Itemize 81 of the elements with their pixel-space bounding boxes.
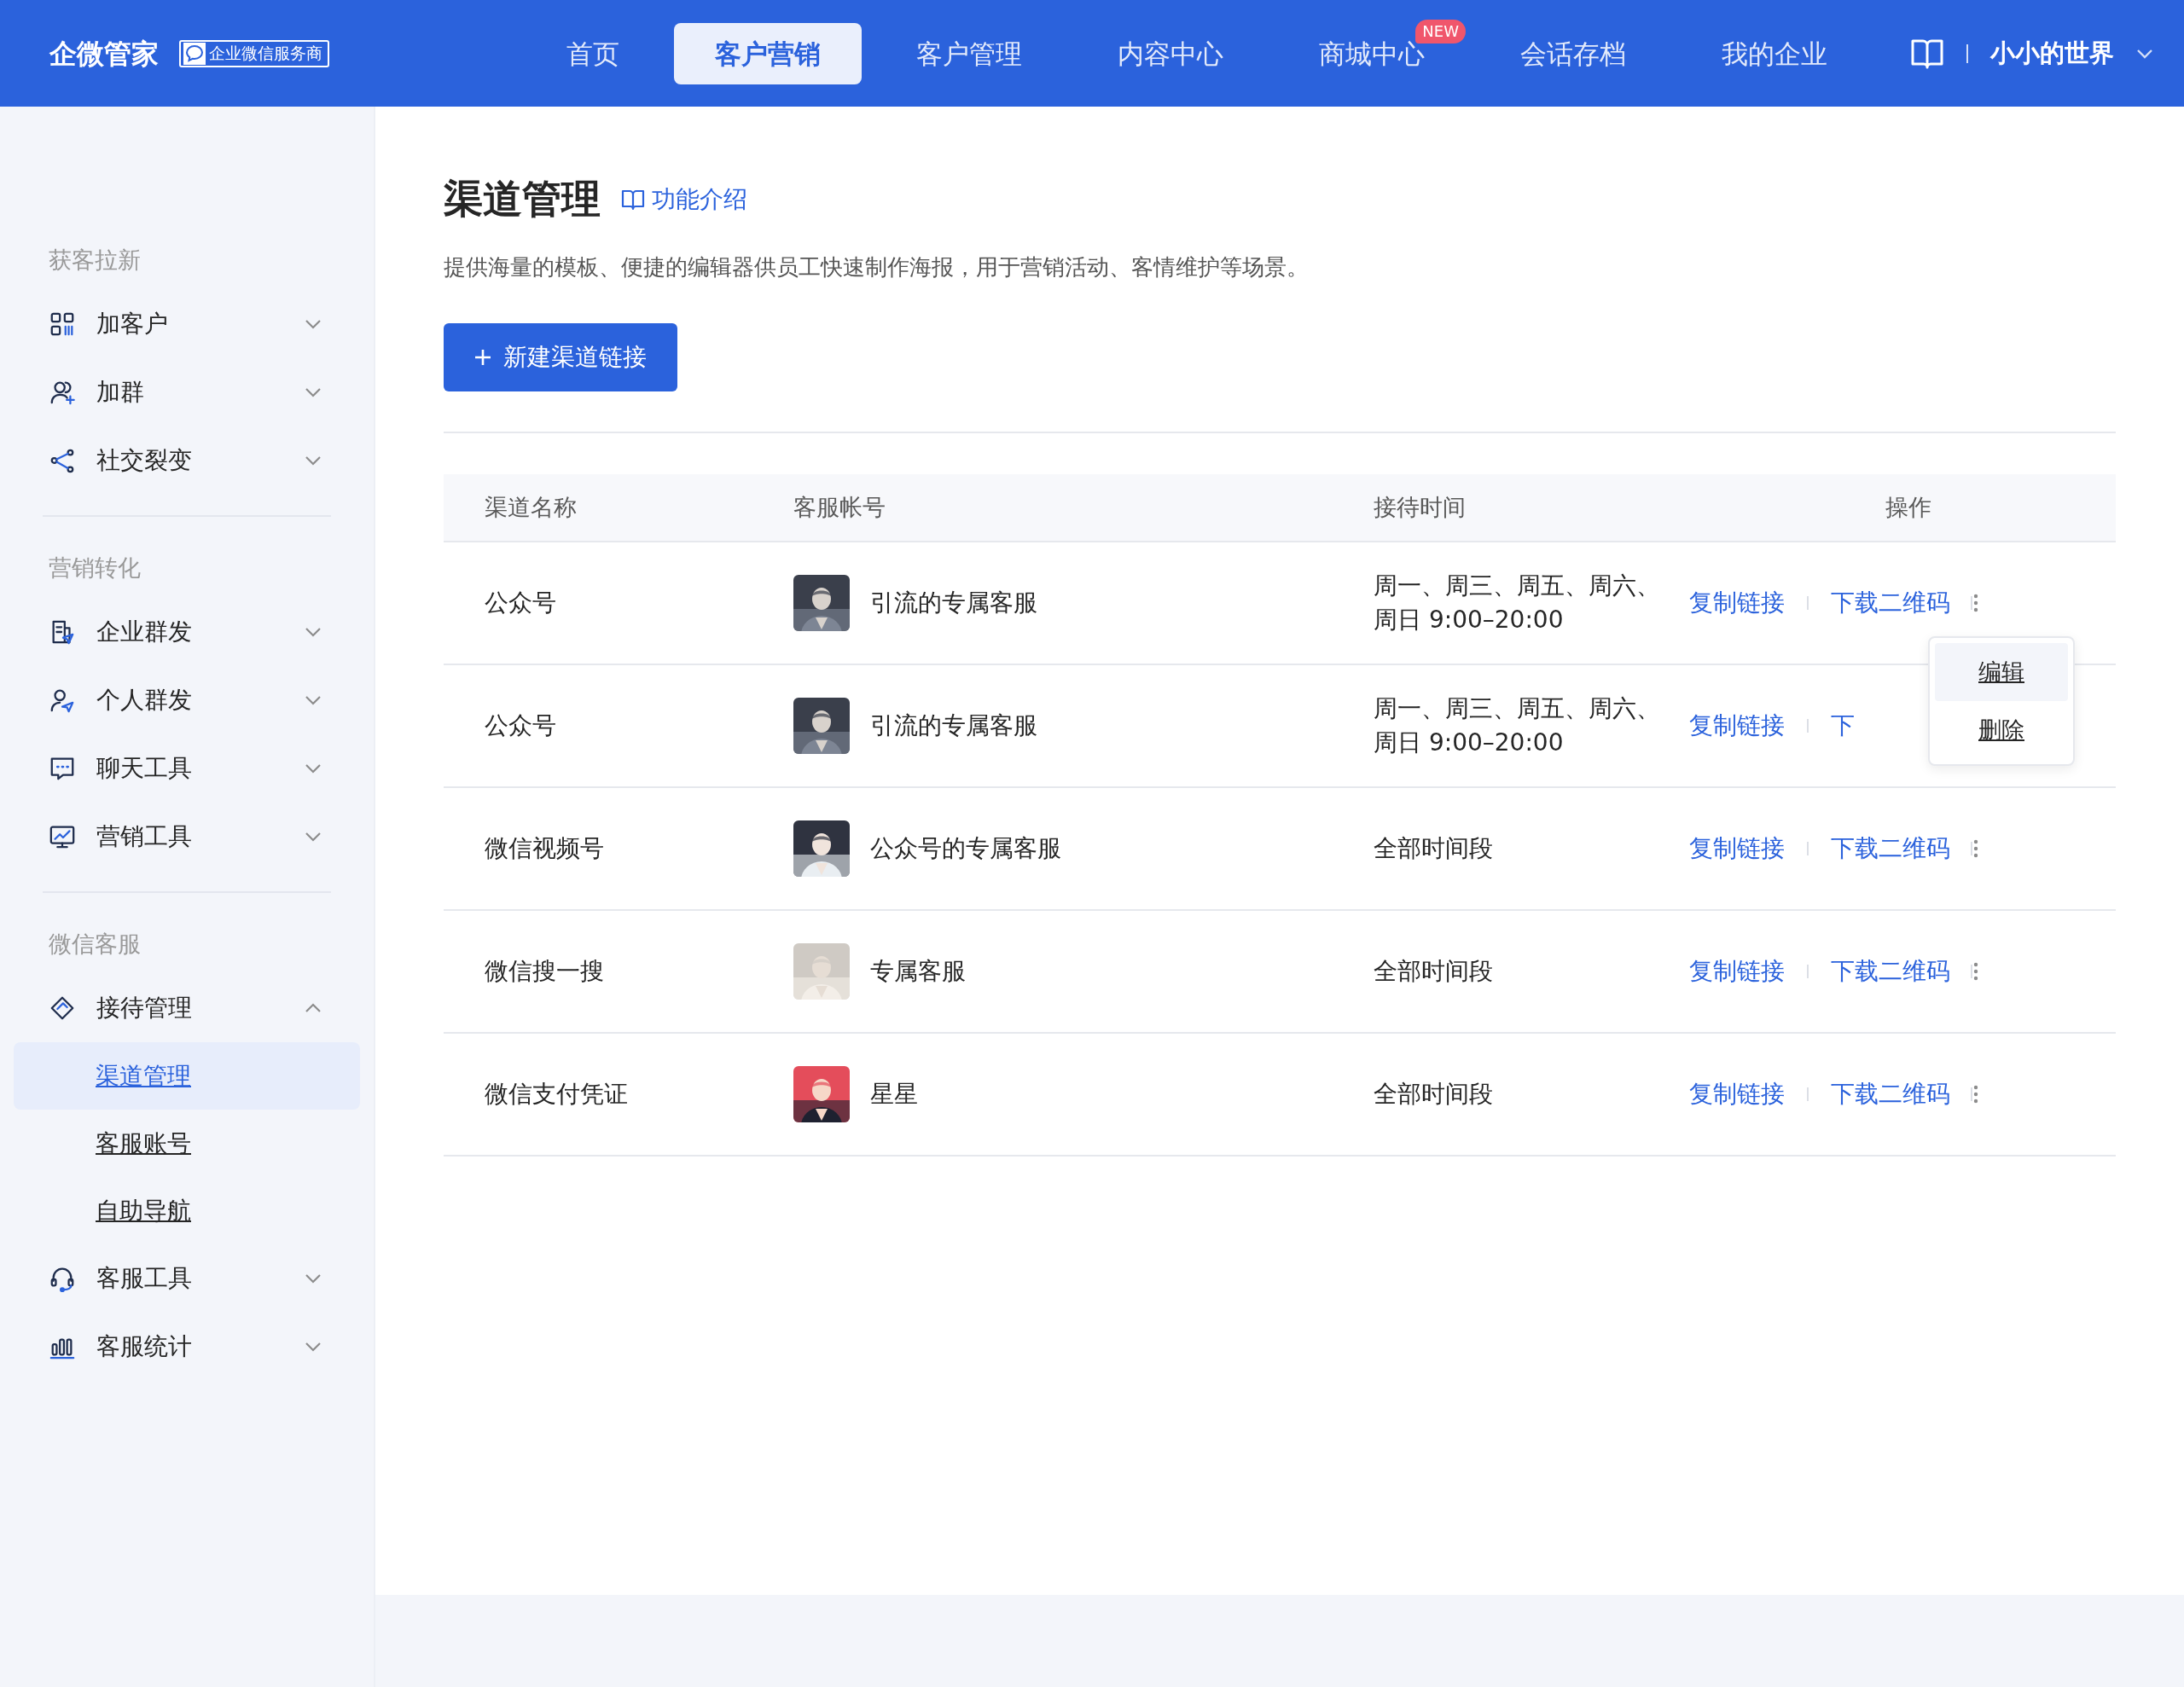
download-qr-link[interactable]: 下载二维码 (1831, 585, 1950, 621)
more-icon[interactable] (1972, 961, 1979, 982)
chevron-down-icon[interactable] (304, 318, 322, 330)
reception-hours: 周一、周三、周五、周六、周日 9:00–20:00 (1374, 571, 1661, 635)
sidebar-item-label: 个人群发 (96, 685, 193, 716)
sidebar-item-label: 企业群发 (96, 617, 193, 647)
account-name: 公众号的专属客服 (870, 833, 1061, 864)
chevron-down-icon[interactable] (304, 455, 322, 467)
reception-hours: 全部时间段 (1374, 956, 1494, 987)
more-icon[interactable] (1972, 838, 1979, 859)
reception-hours: 全部时间段 (1374, 833, 1494, 864)
chevron-down-icon[interactable] (304, 626, 322, 638)
new-channel-button[interactable]: 新建渠道链接 (444, 323, 677, 391)
nav-tab[interactable]: 会话存档 (1479, 22, 1667, 84)
account-name: 引流的专属客服 (870, 588, 1037, 618)
chevron-down-icon[interactable] (304, 1272, 322, 1284)
plus-icon (474, 349, 491, 366)
channel-name: 微信支付凭证 (485, 1080, 628, 1108)
page-title: 渠道管理 (444, 175, 601, 223)
section-title: 获客拉新 (48, 246, 142, 275)
menu-item[interactable]: 删除 (1935, 701, 2068, 759)
chevron-up-icon[interactable] (304, 1002, 322, 1014)
chat-bubble-icon (183, 42, 206, 65)
app-logo: 企微管家 (49, 36, 159, 72)
copy-link[interactable]: 复制链接 (1689, 1076, 1785, 1112)
channel-name: 微信搜一搜 (485, 957, 604, 985)
column-header: 接待时间 (1374, 493, 1467, 522)
book-icon (621, 188, 645, 211)
sidebar-item-label: 加群 (96, 377, 145, 408)
account-name: 引流的专属客服 (870, 710, 1037, 741)
sidebar-subitem[interactable]: 渠道管理 (14, 1042, 360, 1110)
sidebar-subitem[interactable]: 自助导航 (14, 1177, 360, 1244)
nav-tab[interactable]: 客户管理 (875, 22, 1063, 84)
column-header: 渠道名称 (485, 493, 577, 520)
page-description: 提供海量的模板、便捷的编辑器供员工快速制作海报，用于营销活动、客情维护等场景。 (444, 253, 1310, 281)
help-link[interactable]: 功能介绍 (621, 181, 747, 217)
sidebar-item-label: 客服统计 (96, 1331, 193, 1362)
new-badge: NEW (1415, 19, 1466, 43)
channel-name: 公众号 (485, 711, 556, 739)
download-qr-link[interactable]: 下 (1831, 708, 1855, 744)
copy-link[interactable]: 复制链接 (1689, 831, 1785, 867)
column-header: 操作 (1885, 493, 1931, 520)
sidebar-item-label: 聊天工具 (96, 753, 193, 784)
download-qr-link[interactable]: 下载二维码 (1831, 1076, 1950, 1112)
sidebar-item-label: 营销工具 (96, 821, 193, 852)
chevron-down-icon[interactable] (304, 694, 322, 706)
copy-link[interactable]: 复制链接 (1689, 585, 1785, 621)
sidebar-item-label: 接待管理 (96, 993, 193, 1023)
nav-tab[interactable]: 客户营销 (674, 22, 862, 84)
account-name: 专属客服 (870, 956, 966, 987)
chevron-down-icon[interactable] (304, 1341, 322, 1353)
reception-hours: 周一、周三、周五、周六、周日 9:00–20:00 (1374, 693, 1661, 758)
account-name: 星星 (870, 1079, 918, 1110)
channel-name: 微信视频号 (485, 834, 604, 862)
chevron-down-icon[interactable] (304, 762, 322, 774)
nav-tab[interactable]: 首页 (526, 22, 660, 84)
nav-tab[interactable]: 内容中心 (1077, 22, 1264, 84)
copy-link[interactable]: 复制链接 (1689, 954, 1785, 989)
download-qr-link[interactable]: 下载二维码 (1831, 831, 1950, 867)
section-title: 微信客服 (48, 930, 142, 959)
chevron-down-icon[interactable] (2136, 48, 2153, 59)
grid-icon (49, 310, 76, 338)
sidebar-item-label: 社交裂变 (96, 445, 193, 476)
more-icon[interactable] (1972, 593, 1979, 613)
nav-tab[interactable]: 我的企业 (1681, 22, 1868, 84)
sidebar-item-label: 加客户 (96, 309, 169, 339)
reception-hours: 全部时间段 (1374, 1079, 1494, 1110)
partner-label: 企业微信服务商 (209, 43, 322, 65)
copy-link[interactable]: 复制链接 (1689, 708, 1785, 744)
chevron-down-icon[interactable] (304, 831, 322, 843)
column-header: 客服帐号 (793, 492, 886, 522)
more-icon[interactable] (1972, 1084, 1979, 1104)
section-title: 营销转化 (48, 554, 142, 583)
user-name[interactable]: 小小的世界 (1990, 34, 2114, 72)
sidebar-subitem[interactable]: 客服账号 (14, 1110, 360, 1177)
share-icon (49, 447, 76, 474)
chevron-down-icon[interactable] (304, 386, 322, 398)
menu-item[interactable]: 编辑 (1935, 643, 2068, 701)
download-qr-link[interactable]: 下载二维码 (1831, 954, 1950, 989)
sidebar-item-label: 客服工具 (96, 1263, 193, 1294)
channel-name: 公众号 (485, 588, 556, 617)
